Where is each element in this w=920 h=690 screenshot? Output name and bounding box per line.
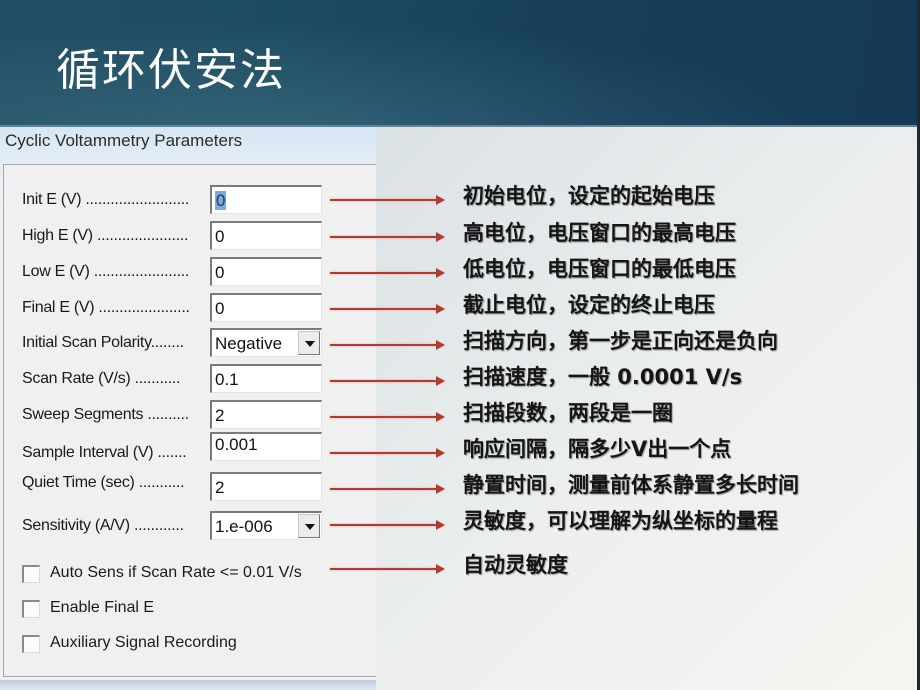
checkbox-label: Enable Final E — [50, 599, 155, 616]
annotation-init-e: 初始电位，设定的起始电压 — [463, 184, 715, 208]
arrow-icon — [330, 448, 445, 458]
arrow-icon — [330, 412, 445, 422]
chevron-down-icon[interactable] — [298, 331, 320, 355]
annotation-low-e: 低电位，电压窗口的最低电压 — [463, 257, 736, 281]
arrow-icon — [330, 484, 445, 494]
cv-parameters-dialog: Cyclic Voltammetry Parameters Init E (V)… — [0, 127, 376, 690]
dialog-bottom-edge — [0, 680, 376, 690]
sample-interval-input[interactable]: 0.001 — [210, 432, 322, 461]
chevron-down-icon[interactable] — [298, 514, 320, 538]
arrow-icon — [330, 195, 445, 205]
quiet-time-input[interactable]: 2 — [210, 472, 322, 501]
annotation-final-e: 截止电位，设定的终止电压 — [463, 293, 715, 317]
arrow-icon — [330, 520, 445, 530]
checkbox-label: Auxiliary Signal Recording — [50, 634, 237, 651]
enable-final-e-checkbox-row[interactable]: Enable Final E — [22, 598, 352, 620]
arrow-icon — [330, 340, 445, 350]
annotation-sweep-segments: 扫描段数，两段是一圈 — [463, 401, 673, 425]
param-sweep-segments: Sweep Segments .......... 2 — [22, 400, 332, 430]
aux-signal-checkbox-row[interactable]: Auxiliary Signal Recording — [22, 633, 352, 655]
param-sample-interval: Sample Interval (V) ....... 0.001 — [22, 432, 332, 462]
param-label: High E (V) ...................... — [22, 227, 189, 244]
annotation-auto-sens: 自动灵敏度 — [463, 553, 568, 577]
low-e-input[interactable]: 0 — [210, 257, 322, 286]
arrow-icon — [330, 268, 445, 278]
annotation-sensitivity: 灵敏度，可以理解为纵坐标的量程 — [463, 509, 778, 533]
arrow-icon — [330, 304, 445, 314]
annotation-high-e: 高电位，电压窗口的最高电压 — [463, 221, 736, 245]
sweep-segments-input[interactable]: 2 — [210, 400, 322, 429]
dialog-title: Cyclic Voltammetry Parameters — [5, 131, 243, 150]
scan-rate-input[interactable]: 0.1 — [210, 364, 322, 393]
annotation-quiet-time: 静置时间，测量前体系静置多长时间 — [463, 473, 799, 497]
slide-header: 循环伏安法 — [0, 0, 920, 127]
param-sensitivity: Sensitivity (A/V) ............ 1.e-006 — [22, 511, 332, 541]
param-label: Sensitivity (A/V) ............ — [22, 517, 184, 534]
scan-polarity-select[interactable]: Negative — [210, 328, 322, 357]
input-value: 0 — [215, 191, 227, 210]
checkbox-label: Auto Sens if Scan Rate <= 0.01 V/s — [50, 564, 302, 581]
auto-sens-checkbox[interactable] — [22, 565, 40, 583]
final-e-input[interactable]: 0 — [210, 293, 322, 322]
sensitivity-select[interactable]: 1.e-006 — [210, 511, 322, 540]
param-low-e: Low E (V) ....................... 0 — [22, 257, 332, 287]
param-label: Sample Interval (V) ....... — [22, 444, 187, 461]
param-scan-polarity: Initial Scan Polarity........ Negative — [22, 328, 332, 358]
param-label: Initial Scan Polarity........ — [22, 334, 184, 351]
arrow-icon — [330, 564, 445, 574]
select-value: Negative — [215, 334, 283, 353]
param-label: Low E (V) ....................... — [22, 263, 190, 280]
param-label: Init E (V) ......................... — [22, 191, 190, 208]
arrow-icon — [330, 232, 445, 242]
aux-signal-checkbox[interactable] — [22, 635, 40, 653]
select-value: 1.e-006 — [215, 517, 273, 536]
auto-sens-checkbox-row[interactable]: Auto Sens if Scan Rate <= 0.01 V/s — [22, 563, 352, 585]
param-scan-rate: Scan Rate (V/s) ........... 0.1 — [22, 364, 332, 394]
annotation-scan-rate: 扫描速度，一般 0.0001 V/s — [463, 365, 743, 389]
high-e-input[interactable]: 0 — [210, 221, 322, 250]
annotation-sample-interval: 响应间隔，隔多少V出一个点 — [463, 437, 732, 461]
annotation-scan-polarity: 扫描方向，第一步是正向还是负向 — [463, 329, 778, 353]
param-init-e: Init E (V) ......................... 0 — [22, 185, 332, 215]
enable-final-e-checkbox[interactable] — [22, 600, 40, 618]
param-final-e: Final E (V) ...................... 0 — [22, 293, 332, 323]
param-label: Sweep Segments .......... — [22, 406, 189, 423]
init-e-input[interactable]: 0 — [210, 185, 322, 214]
arrow-icon — [330, 376, 445, 386]
param-quiet-time: Quiet Time (sec) ........... 2 — [22, 472, 332, 502]
param-high-e: High E (V) ...................... 0 — [22, 221, 332, 251]
slide-title: 循环伏安法 — [56, 45, 286, 96]
param-label: Final E (V) ...................... — [22, 299, 190, 316]
param-label: Scan Rate (V/s) ........... — [22, 370, 181, 387]
param-label: Quiet Time (sec) ........... — [22, 474, 185, 491]
